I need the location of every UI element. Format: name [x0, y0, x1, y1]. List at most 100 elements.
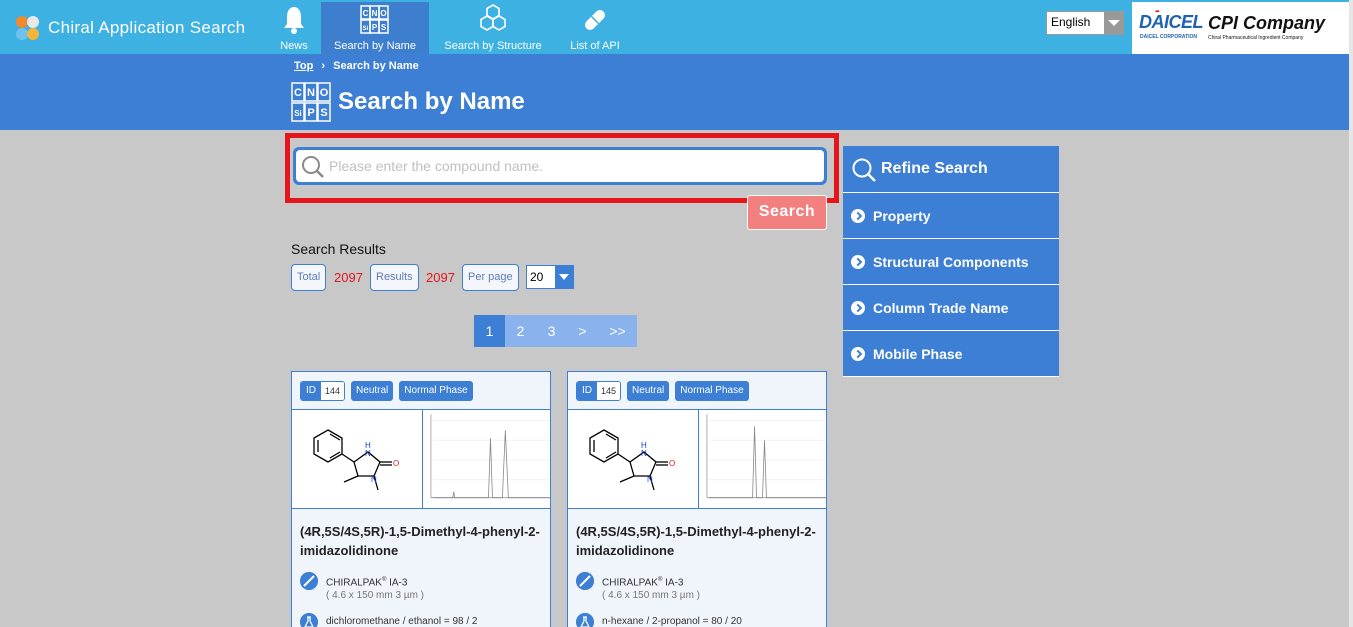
grid-letter: C: [363, 9, 369, 18]
next-page-button[interactable]: >: [567, 315, 598, 347]
app-logo-icon: [14, 14, 42, 42]
results-count: 2097: [426, 270, 455, 285]
phase-tag: Normal Phase: [675, 381, 749, 401]
chromatogram-image: [698, 410, 826, 508]
breadcrumb-current: Search by Name: [333, 60, 419, 72]
daicel-subtext: DAICEL CORPORATION: [1140, 34, 1198, 40]
total-count: 2097: [334, 270, 363, 285]
column-model: IA-3: [386, 577, 408, 589]
element-grid-icon: C N O Si P S: [360, 5, 389, 34]
scrollbar[interactable]: [1349, 0, 1353, 627]
refine-item-column-trade-name[interactable]: Column Trade Name: [843, 285, 1059, 331]
per-page-value: 20: [530, 270, 544, 284]
column-dimensions: ( 4.6 x 150 mm 3 µm ): [602, 590, 701, 602]
results-heading: Search Results: [291, 241, 386, 257]
mobile-phase-info: dichloromethane / ethanol = 98 / 2: [300, 613, 545, 627]
refine-item-label: Property: [873, 208, 931, 224]
nav-search-by-structure[interactable]: Search by Structure: [438, 2, 548, 54]
nav-search-by-name-label: Search by Name: [334, 40, 416, 52]
grid-letter: P: [307, 107, 314, 119]
compound-name[interactable]: (4R,5S/4S,5R)-1,5-Dimethyl-4-phenyl-2-im…: [300, 522, 545, 560]
atom-label: O: [669, 459, 675, 468]
chevron-right-icon: [851, 301, 865, 315]
pagination: 1 2 3 > >>: [474, 315, 637, 347]
column-icon: [576, 572, 594, 590]
refine-item-structural-components[interactable]: Structural Components: [843, 239, 1059, 285]
atom-label: N: [371, 475, 377, 484]
capsule-icon: [585, 10, 605, 30]
column-icon: [300, 572, 318, 590]
grid-letter: P: [372, 23, 378, 32]
cpi-logo-text: CPI Company: [1208, 13, 1326, 33]
id-label: ID: [301, 382, 321, 400]
column-model: IA-3: [662, 577, 684, 589]
last-page-button[interactable]: >>: [598, 315, 637, 347]
cpi-subtext: Chiral Pharmaceutical Ingredient Company: [1208, 35, 1304, 41]
search-icon: [852, 158, 876, 182]
id-value: 144: [321, 382, 345, 400]
per-page-select[interactable]: 20: [526, 265, 574, 289]
column-info: CHIRALPAK® IA-3 ( 4.6 x 150 mm 3 µm ): [300, 572, 545, 606]
nav-news-label: News: [280, 40, 308, 52]
search-button[interactable]: Search: [747, 195, 827, 230]
refine-search-header[interactable]: Refine Search: [843, 146, 1059, 193]
refine-item-property[interactable]: Property: [843, 193, 1059, 239]
structure-image: H N N O: [313, 429, 399, 491]
mobile-phase: dichloromethane / ethanol = 98 / 2: [326, 616, 478, 627]
id-label: ID: [577, 382, 597, 400]
atom-label: O: [393, 459, 399, 468]
molecule-icon: [480, 4, 506, 31]
page-3-button[interactable]: 3: [536, 315, 567, 347]
id-value: 145: [597, 382, 621, 400]
page-2-button[interactable]: 2: [505, 315, 536, 347]
refine-search-title: Refine Search: [881, 160, 988, 177]
grid-letter: N: [372, 9, 378, 18]
nav-search-by-name[interactable]: C N O Si P S Search by Name: [321, 2, 429, 54]
refine-item-mobile-phase[interactable]: Mobile Phase: [843, 331, 1059, 377]
result-card[interactable]: ID 144 Neutral Normal Phase H N N O (4R,…: [291, 371, 551, 627]
column-brand: CHIRALPAK: [326, 577, 382, 589]
app-brand[interactable]: Chiral Application Search: [14, 13, 245, 43]
nav-list-of-api-label: List of API: [570, 40, 620, 52]
search-icon: [302, 156, 324, 178]
atom-label: N: [647, 475, 653, 484]
page-1-button[interactable]: 1: [474, 315, 505, 347]
nav-news[interactable]: News: [274, 2, 314, 54]
daicel-logo-text: DAICEL: [1139, 12, 1204, 32]
page-title: Search by Name: [338, 88, 525, 115]
grid-letter: O: [380, 9, 386, 18]
element-grid-icon: C N O Si P S: [291, 82, 331, 122]
search-field[interactable]: [293, 147, 827, 185]
refine-item-label: Column Trade Name: [873, 300, 1009, 316]
grid-letter: C: [294, 87, 302, 99]
mobile-phase-info: n-hexane / 2-propanol = 80 / 20: [576, 613, 821, 627]
chevron-down-icon: [555, 266, 573, 288]
per-page-label: Per page: [462, 264, 519, 291]
corporate-logo[interactable]: ▪▪▪ DAICEL DAICEL CORPORATION CPI Compan…: [1132, 2, 1353, 54]
id-badge: ID 145: [576, 381, 622, 401]
breadcrumb: Top › Search by Name: [294, 60, 419, 72]
chevron-right-icon: [851, 209, 865, 223]
result-card[interactable]: ID 145 Neutral Normal Phase H N N O (4R,…: [567, 371, 827, 627]
bell-icon: [284, 7, 304, 34]
column-info: CHIRALPAK® IA-3 ( 4.6 x 150 mm 3 µm ): [576, 572, 821, 606]
results-label: Results: [370, 264, 419, 291]
atom-label: N: [365, 449, 371, 458]
page-header: Top › Search by Name C N O Si P S Search…: [0, 54, 1349, 130]
nav-list-of-api[interactable]: List of API: [564, 2, 626, 54]
property-tag: Neutral: [351, 381, 394, 401]
breadcrumb-separator: ›: [321, 60, 326, 72]
atom-label: N: [641, 449, 647, 458]
breadcrumb-top-link[interactable]: Top: [294, 60, 313, 72]
compound-name[interactable]: (4R,5S/4S,5R)-1,5-Dimethyl-4-phenyl-2-im…: [576, 522, 821, 560]
flask-icon: [576, 613, 594, 627]
search-input[interactable]: [329, 150, 809, 182]
nav-search-by-structure-label: Search by Structure: [444, 40, 542, 52]
chromatogram-image: [422, 410, 550, 508]
refine-item-label: Mobile Phase: [873, 346, 963, 362]
chevron-down-icon: [1104, 12, 1123, 34]
language-select[interactable]: English: [1046, 11, 1124, 35]
structure-image: H N N O: [589, 429, 675, 491]
phase-tag: Normal Phase: [399, 381, 473, 401]
app-title: Chiral Application Search: [48, 18, 246, 37]
